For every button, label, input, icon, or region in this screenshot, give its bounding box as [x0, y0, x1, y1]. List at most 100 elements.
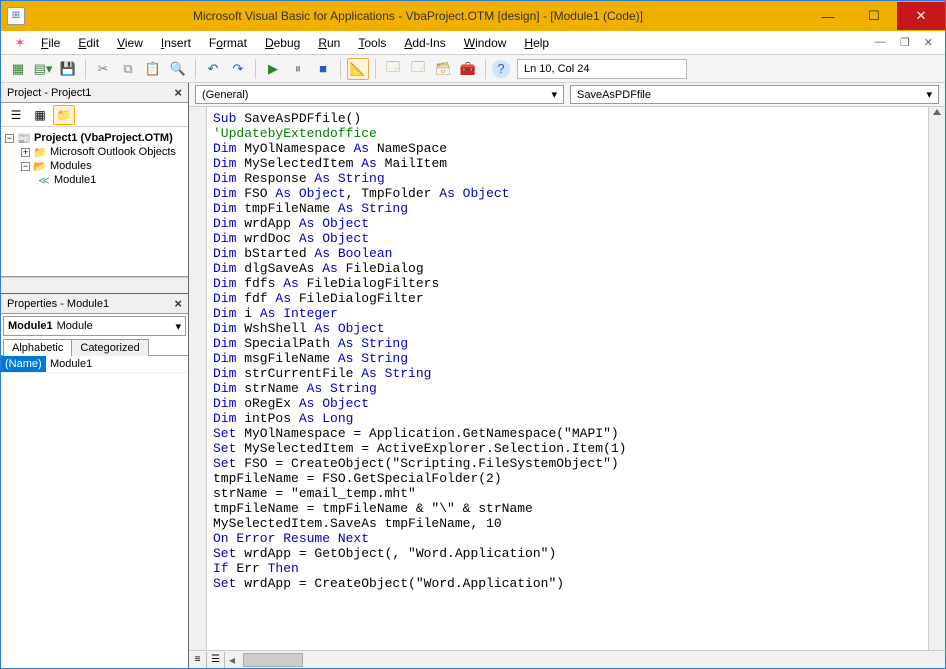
code-bottom-bar: ≡ ☰ ◂ — [189, 650, 945, 668]
chevron-down-icon: ▾ — [926, 88, 932, 101]
properties-window-icon[interactable]: 🗔 — [407, 58, 429, 80]
tree-module-label: Module1 — [54, 174, 96, 186]
project-icon: 📰 — [17, 132, 31, 144]
folder-icon: 📁 — [33, 146, 47, 158]
code-text[interactable]: Sub SaveAsPDFfile() 'UpdatebyExtendoffic… — [213, 111, 927, 591]
procedure-view-icon[interactable]: ≡ — [189, 652, 207, 668]
find-icon[interactable]: 🔍 — [167, 58, 189, 80]
code-column: (General) ▾ SaveAsPDFfile ▾ Sub SaveAsPD… — [189, 83, 945, 668]
menu-insert[interactable]: Insert — [153, 34, 199, 52]
tab-categorized[interactable]: Categorized — [71, 339, 148, 356]
menu-debug[interactable]: Debug — [257, 34, 308, 52]
module-icon: ≪ — [37, 174, 51, 186]
run-icon[interactable]: ▶ — [262, 58, 284, 80]
left-column: Project - Project1 × ☰ ▦ 📁 −📰Project1 (V… — [1, 83, 189, 668]
menubar: ✶ File Edit View Insert Format Debug Run… — [1, 31, 945, 55]
close-button[interactable]: ✕ — [897, 2, 945, 30]
break-icon[interactable]: ⏸ — [287, 58, 309, 80]
properties-pane: Properties - Module1 × Module1 Module ▾ … — [1, 293, 188, 668]
full-module-view-icon[interactable]: ☰ — [207, 652, 225, 668]
save-icon[interactable]: 💾 — [57, 58, 79, 80]
expand-icon[interactable]: + — [21, 148, 30, 157]
code-editor[interactable]: Sub SaveAsPDFfile() 'UpdatebyExtendoffic… — [189, 107, 945, 650]
properties-object-name: Module1 — [8, 320, 53, 332]
reset-icon[interactable]: ■ — [312, 58, 334, 80]
project-pane-close[interactable]: × — [174, 85, 182, 100]
copy-icon[interactable]: ⧉ — [117, 58, 139, 80]
view-object-icon[interactable]: ▦ — [29, 105, 51, 125]
minimize-button[interactable]: — — [805, 2, 851, 30]
properties-tabs: Alphabetic Categorized — [1, 338, 188, 356]
undo-icon[interactable]: ↶ — [202, 58, 224, 80]
property-name: (Name) — [1, 356, 46, 372]
app-icon: ⊞ — [7, 7, 25, 25]
horizontal-scrollbar[interactable] — [243, 653, 303, 667]
menu-view[interactable]: View — [109, 34, 151, 52]
toolbar: ▦ ▤▾ 💾 ✂ ⧉ 📋 🔍 ↶ ↷ ▶ ⏸ ■ 📐 🗔 🗔 🗃 🧰 ? — [1, 55, 945, 83]
maximize-button[interactable]: ☐ — [851, 2, 897, 30]
project-pane-label: Project - Project1 — [7, 87, 91, 99]
window-controls: — ☐ ✕ — [805, 2, 945, 30]
properties-object-type: Module — [57, 320, 93, 332]
insert-module-icon[interactable]: ▤▾ — [32, 58, 54, 80]
properties-pane-title: Properties - Module1 × — [1, 294, 188, 314]
code-margin — [189, 107, 207, 650]
mdi-minimize[interactable]: — — [871, 36, 890, 49]
design-mode-icon[interactable]: 📐 — [347, 58, 369, 80]
toolbox-icon[interactable]: 🧰 — [457, 58, 479, 80]
tab-alphabetic[interactable]: Alphabetic — [3, 339, 72, 356]
mdi-restore[interactable]: ❐ — [896, 36, 914, 49]
toggle-folders-icon[interactable]: 📁 — [53, 105, 75, 125]
cursor-position — [517, 59, 687, 79]
paste-icon[interactable]: 📋 — [142, 58, 164, 80]
menu-tools[interactable]: Tools — [350, 34, 394, 52]
view-code-icon[interactable]: ☰ — [5, 105, 27, 125]
collapse-icon[interactable]: − — [5, 134, 14, 143]
properties-object-selector[interactable]: Module1 Module ▾ — [3, 316, 186, 336]
vertical-scrollbar[interactable] — [928, 107, 945, 650]
project-tree[interactable]: −📰Project1 (VbaProject.OTM) +📁Microsoft … — [1, 127, 188, 277]
tree-folder-modules[interactable]: −📂Modules — [3, 159, 186, 173]
properties-pane-label: Properties - Module1 — [7, 298, 109, 310]
menu-format[interactable]: Format — [201, 34, 255, 52]
workspace: Project - Project1 × ☰ ▦ 📁 −📰Project1 (V… — [1, 83, 945, 668]
tree-module[interactable]: ≪Module1 — [3, 173, 186, 187]
help-icon[interactable]: ? — [492, 60, 510, 78]
menu-window[interactable]: Window — [456, 34, 515, 52]
menu-run[interactable]: Run — [310, 34, 348, 52]
procedure-dropdown[interactable]: SaveAsPDFfile ▾ — [570, 85, 939, 104]
tree-folder-label: Microsoft Outlook Objects — [50, 146, 176, 158]
code-dropdowns: (General) ▾ SaveAsPDFfile ▾ — [189, 83, 945, 107]
outlook-icon[interactable]: ✶ — [9, 32, 31, 54]
project-toolbar: ☰ ▦ 📁 — [1, 103, 188, 127]
properties-pane-close[interactable]: × — [174, 296, 182, 311]
mdi-close[interactable]: ✕ — [920, 36, 937, 49]
project-pane-title: Project - Project1 × — [1, 83, 188, 103]
menu-file[interactable]: File — [33, 34, 68, 52]
project-explorer-icon[interactable]: 🗔 — [382, 58, 404, 80]
chevron-down-icon: ▾ — [551, 88, 557, 101]
collapse-icon[interactable]: − — [21, 162, 30, 171]
tree-folder-outlook[interactable]: +📁Microsoft Outlook Objects — [3, 145, 186, 159]
cut-icon[interactable]: ✂ — [92, 58, 114, 80]
titlebar: ⊞ Microsoft Visual Basic for Application… — [1, 1, 945, 31]
object-dropdown[interactable]: (General) ▾ — [195, 85, 564, 104]
menu-edit[interactable]: Edit — [70, 34, 107, 52]
folder-icon: 📂 — [33, 160, 47, 172]
menu-addins[interactable]: Add-Ins — [396, 34, 453, 52]
tree-folder-label: Modules — [50, 160, 92, 172]
property-value[interactable]: Module1 — [46, 356, 188, 372]
hscroll-arrow-left[interactable]: ◂ — [225, 653, 239, 667]
chevron-down-icon: ▾ — [175, 320, 181, 333]
project-hscroll[interactable] — [1, 277, 188, 293]
tree-project-label: Project1 (VbaProject.OTM) — [34, 132, 173, 144]
view-outlook-icon[interactable]: ▦ — [7, 58, 29, 80]
redo-icon[interactable]: ↷ — [227, 58, 249, 80]
tree-project[interactable]: −📰Project1 (VbaProject.OTM) — [3, 131, 186, 145]
window-title: Microsoft Visual Basic for Applications … — [31, 9, 805, 23]
properties-grid: (Name) Module1 — [1, 356, 188, 668]
procedure-dropdown-value: SaveAsPDFfile — [577, 89, 651, 101]
property-row-name[interactable]: (Name) Module1 — [1, 356, 188, 373]
menu-help[interactable]: Help — [516, 34, 557, 52]
object-browser-icon[interactable]: 🗃 — [432, 58, 454, 80]
